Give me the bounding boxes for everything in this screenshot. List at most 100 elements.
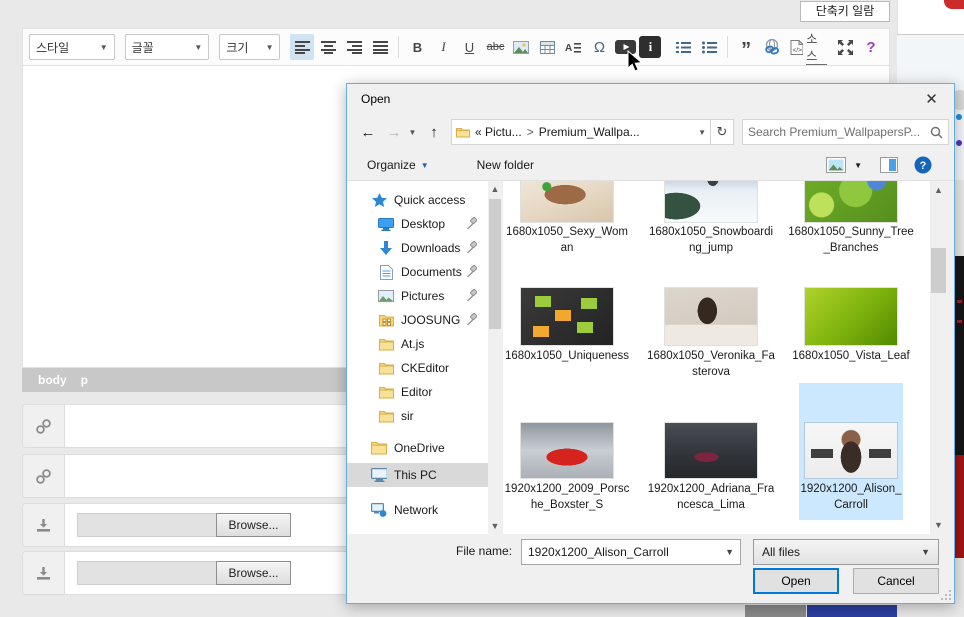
underline-button[interactable]: U	[457, 34, 481, 60]
breadcrumb-current[interactable]: Premium_Wallpa...	[539, 125, 640, 139]
chevron-down-icon: ▼	[100, 43, 108, 52]
style-dropdown[interactable]: 스타일▼	[29, 34, 115, 60]
breadcrumb-separator: >	[527, 125, 534, 139]
scrollbar-thumb[interactable]	[931, 248, 946, 293]
file-item[interactable]: 1680x1050_Vista_Leaf	[799, 281, 903, 381]
align-center-button[interactable]	[316, 34, 340, 60]
file-list-scrollbar[interactable]: ▲ ▼	[930, 181, 947, 534]
sidebar-item-documents[interactable]: Documents	[347, 261, 488, 283]
path-body[interactable]: body	[38, 373, 67, 387]
star-icon	[371, 192, 387, 208]
numbered-list-icon	[676, 41, 691, 54]
table-button[interactable]	[535, 34, 559, 60]
preview-pane-icon[interactable]	[880, 157, 898, 173]
sidebar-item-editor[interactable]: Editor	[347, 381, 488, 403]
blue-dot	[956, 114, 962, 120]
new-folder-button[interactable]: New folder	[477, 158, 534, 172]
numbered-list-button[interactable]	[671, 34, 695, 60]
download-tray-icon	[36, 566, 51, 581]
align-right-icon	[347, 41, 362, 54]
special-char-button[interactable]: Ω	[587, 34, 611, 60]
nav-history-button[interactable]: ▼	[406, 121, 419, 143]
sidebar-scrollbar[interactable]: ▲ ▼	[488, 181, 502, 534]
link-button[interactable]	[760, 34, 784, 60]
sidebar-item-this-pc[interactable]: This PC	[347, 463, 488, 487]
size-dropdown[interactable]: 크기▼	[219, 34, 280, 60]
sidebar-item-pictures[interactable]: Pictures	[347, 285, 488, 307]
organize-button[interactable]: Organize ▼	[367, 158, 429, 172]
open-button[interactable]: Open	[753, 568, 839, 594]
cancel-button[interactable]: Cancel	[853, 568, 939, 594]
bold-button[interactable]: B	[405, 34, 429, 60]
align-left-button[interactable]	[290, 34, 314, 60]
pin-icon	[466, 313, 478, 325]
source-button[interactable]: </> 소스	[790, 30, 827, 65]
nav-up-button[interactable]: ↑	[423, 121, 445, 143]
file-item[interactable]: 1680x1050_Veronika_Fasterova	[659, 281, 763, 381]
sidebar-item-joosung[interactable]: JOOSUNG	[347, 309, 488, 331]
scroll-down-icon[interactable]: ▼	[488, 521, 502, 531]
sidebar-item-atjs[interactable]: At.js	[347, 333, 488, 355]
path-p[interactable]: p	[81, 373, 88, 387]
scrollbar-thumb[interactable]	[489, 199, 501, 329]
strikethrough-button[interactable]: abc	[483, 34, 507, 60]
file-item[interactable]: 1680x1050_Sunny_Tree_Branches	[799, 181, 903, 267]
refresh-icon: ↻	[717, 124, 728, 140]
chevron-down-icon[interactable]: ▼	[698, 128, 706, 137]
bullet-list-button[interactable]	[697, 34, 721, 60]
scroll-up-icon[interactable]: ▲	[488, 184, 502, 194]
chevron-down-icon[interactable]: ▼	[854, 161, 862, 170]
this-pc-icon	[371, 467, 387, 483]
sidebar-item-onedrive[interactable]: OneDrive	[347, 437, 488, 459]
file-item[interactable]: 1680x1050_Snowboarding_jump	[659, 181, 763, 267]
sidebar-item-desktop[interactable]: Desktop	[347, 213, 488, 235]
svg-text:A: A	[565, 43, 572, 54]
link-globe-icon	[763, 39, 781, 55]
file-thumbnail	[665, 288, 757, 345]
nav-forward-button[interactable]: →	[383, 121, 405, 143]
scroll-down-icon[interactable]: ▼	[930, 520, 947, 530]
font-dropdown[interactable]: 글꼴▼	[125, 34, 210, 60]
link-addon	[23, 455, 65, 497]
file-name-label: File name:	[456, 544, 512, 558]
help-button[interactable]: ?	[859, 34, 883, 60]
refresh-button[interactable]: ↻	[711, 119, 734, 145]
chevron-down-icon: ▼	[921, 547, 930, 557]
browse-button[interactable]: Browse...	[216, 561, 291, 585]
file-item[interactable]: 1680x1050_Sexy_Woman	[515, 181, 619, 267]
close-button[interactable]: ✕	[909, 84, 954, 113]
sidebar-item-quick-access[interactable]: Quick access	[347, 189, 488, 211]
file-type-select[interactable]: All files ▼	[753, 539, 939, 565]
shortcut-list-button[interactable]: 단축키 일람	[800, 1, 890, 22]
chevron-down-icon: ▼	[194, 43, 202, 52]
breadcrumb-parent[interactable]: « Pictu...	[475, 125, 522, 139]
sidebar-item-ckeditor[interactable]: CKEditor	[347, 357, 488, 379]
sidebar-item-sir[interactable]: sir	[347, 405, 488, 427]
align-justify-button[interactable]	[368, 34, 392, 60]
sidebar-item-downloads[interactable]: Downloads	[347, 237, 488, 259]
line-height-button[interactable]: A	[561, 34, 585, 60]
align-right-button[interactable]	[342, 34, 366, 60]
thumbnail-view-icon[interactable]	[826, 157, 846, 173]
file-item[interactable]: 1920x1200_Adriana_Francesca_Lima	[659, 383, 763, 520]
image-button[interactable]	[509, 34, 533, 60]
file-item[interactable]: 1920x1200_2009_Porsche_Boxster_S	[515, 383, 619, 520]
chevron-down-icon: ▼	[421, 161, 429, 170]
sidebar-item-network[interactable]: Network	[347, 499, 488, 521]
help-icon[interactable]: ?	[914, 156, 932, 174]
browse-button[interactable]: Browse...	[216, 513, 291, 537]
file-name-combobox[interactable]: 1920x1200_Alison_Carroll ▼	[521, 539, 741, 565]
file-item-selected[interactable]: 1920x1200_Alison_Carroll	[799, 383, 903, 520]
blockquote-button[interactable]: ”	[734, 34, 758, 60]
scroll-up-icon[interactable]: ▲	[930, 185, 947, 195]
link-addon	[23, 405, 65, 447]
italic-button[interactable]: I	[431, 34, 455, 60]
file-item[interactable]: 1680x1050_Uniqueness	[515, 281, 619, 381]
search-box	[742, 119, 949, 145]
nav-back-button[interactable]: ←	[357, 121, 379, 143]
resize-grip[interactable]	[941, 590, 951, 600]
back-icon: ←	[361, 124, 376, 141]
search-input[interactable]	[748, 125, 930, 139]
address-bar[interactable]: « Pictu... > Premium_Wallpa... ▼	[451, 119, 711, 145]
maximize-button[interactable]	[833, 34, 857, 60]
